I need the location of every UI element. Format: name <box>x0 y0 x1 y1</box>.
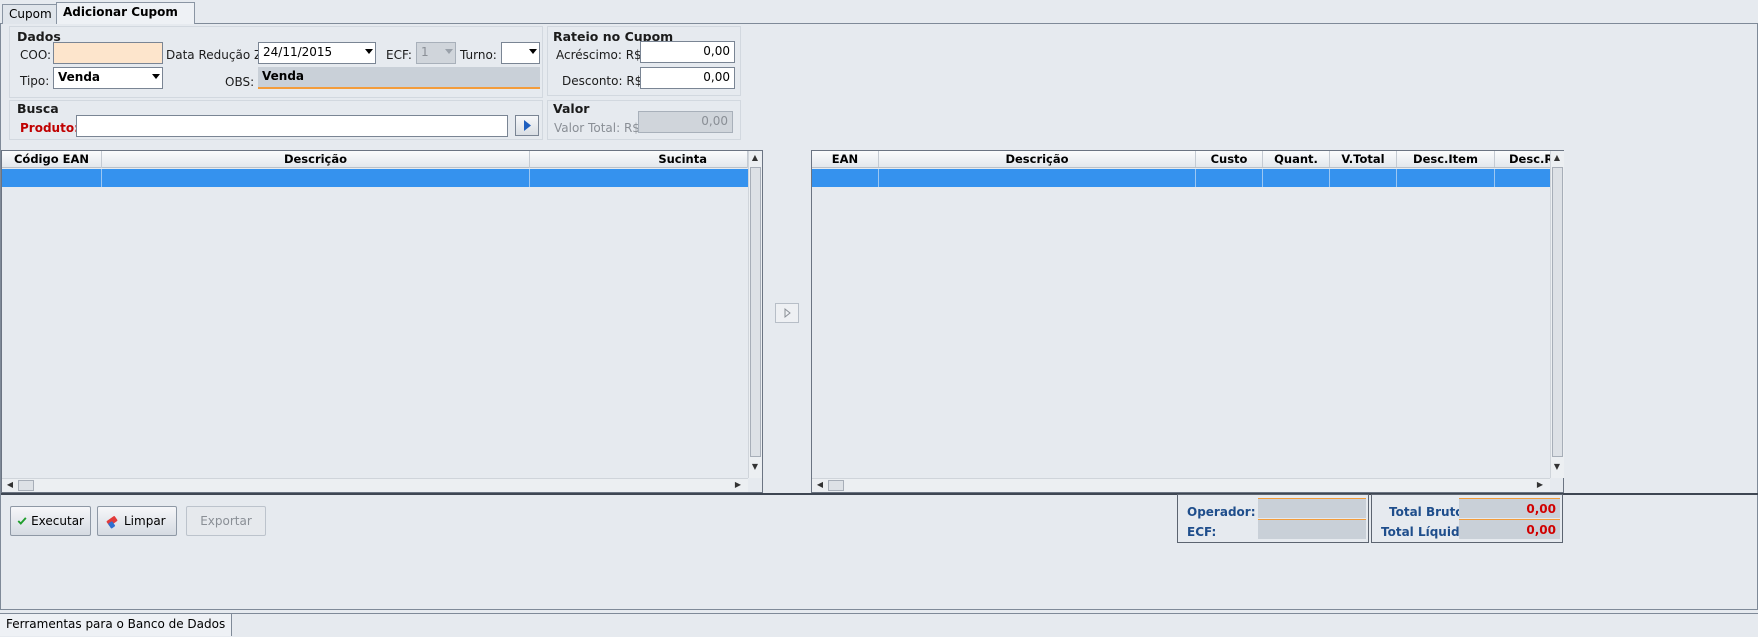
column-header-desc-item[interactable]: Desc.Item <box>1397 151 1495 167</box>
executar-button[interactable]: Executar <box>10 506 91 536</box>
ecf-operator-label: ECF: <box>1187 525 1217 539</box>
tab-bar: Cupom Adicionar Cupom <box>0 0 1758 25</box>
operador-value <box>1258 498 1366 518</box>
obs-label: OBS: <box>225 75 255 89</box>
ecf-operator-value <box>1258 519 1366 539</box>
produtos-grid-header: Código EAN Descrição Sucinta <box>2 151 748 168</box>
column-header-custo[interactable]: Custo <box>1196 151 1263 167</box>
scroll-right-icon[interactable]: ▶ <box>732 479 744 491</box>
vertical-scrollbar[interactable]: ▲ ▼ <box>1550 151 1564 478</box>
vertical-scrollbar[interactable]: ▲ ▼ <box>748 151 762 478</box>
column-header-quant[interactable]: Quant. <box>1263 151 1330 167</box>
executar-label: Executar <box>31 514 84 528</box>
scroll-thumb[interactable] <box>750 167 761 457</box>
data-reducao-label: Data Redução Z: <box>166 48 267 62</box>
tipo-value: Venda <box>58 70 100 84</box>
scroll-left-icon[interactable]: ◀ <box>814 479 826 491</box>
status-bar: Ferramentas para o Banco de Dados <box>0 613 1758 637</box>
acrescimo-input[interactable]: 0,00 <box>640 41 735 63</box>
coo-label: COO: <box>20 48 52 62</box>
ecf-value: 1 <box>421 45 429 59</box>
ecf-combo[interactable]: 1 <box>416 42 456 64</box>
main-frame: Dados COO: Data Redução Z: 24/11/2015 EC… <box>0 24 1758 610</box>
total-bruto-value: 0,00 <box>1459 498 1560 518</box>
produto-input[interactable] <box>76 115 508 137</box>
operator-panel: Operador: ECF: <box>1177 494 1369 543</box>
valor-total-input: 0,00 <box>638 111 733 133</box>
desconto-label: Desconto: R$ <box>562 74 643 88</box>
column-header-desc-rateio[interactable]: Desc.Ra <box>1495 151 1550 167</box>
horizontal-scrollbar[interactable]: ◀ ▶ <box>2 478 748 492</box>
chevron-down-icon <box>152 74 160 79</box>
obs-field[interactable]: Venda <box>258 67 540 89</box>
valor-total-label: Valor Total: R$ <box>554 121 640 135</box>
chevron-down-icon <box>365 49 373 54</box>
desconto-input[interactable]: 0,00 <box>640 67 735 89</box>
limpar-label: Limpar <box>124 514 166 528</box>
scroll-left-icon[interactable]: ◀ <box>4 479 16 491</box>
turno-combo[interactable] <box>501 42 540 64</box>
transfer-button[interactable] <box>775 303 799 323</box>
turno-label: Turno: <box>460 48 497 62</box>
scroll-thumb[interactable] <box>1552 167 1563 457</box>
coo-input[interactable] <box>53 42 163 64</box>
total-liquido-value: 0,00 <box>1459 519 1560 539</box>
acrescimo-label: Acréscimo: R$ <box>556 48 642 62</box>
tipo-label: Tipo: <box>20 74 50 88</box>
operador-label: Operador: <box>1187 505 1256 519</box>
produto-label: Produto: <box>20 121 79 135</box>
dados-group: Dados COO: Data Redução Z: 24/11/2015 EC… <box>9 26 543 98</box>
exportar-button[interactable]: Exportar <box>186 506 266 536</box>
total-bruto-label: Total Bruto: <box>1389 505 1469 519</box>
scroll-up-icon[interactable]: ▲ <box>1551 152 1563 164</box>
scroll-down-icon[interactable]: ▼ <box>749 461 761 473</box>
totals-panel: Total Bruto: 0,00 Total Líquido: 0,00 <box>1371 494 1563 543</box>
chevron-down-icon <box>445 49 453 54</box>
column-header-sucinta[interactable]: Sucinta <box>530 151 748 168</box>
scroll-down-icon[interactable]: ▼ <box>1551 461 1563 473</box>
rateio-group: Rateio no Cupom Acréscimo: R$ 0,00 Desco… <box>547 26 741 96</box>
column-header-descricao[interactable]: Descrição <box>102 151 530 168</box>
column-header-codigo-ean[interactable]: Código EAN <box>2 151 102 168</box>
data-reducao-combo[interactable]: 24/11/2015 <box>258 42 376 64</box>
play-arrow-icon <box>784 307 791 319</box>
limpar-button[interactable]: Limpar <box>97 506 177 536</box>
scroll-thumb[interactable] <box>828 480 844 491</box>
table-row[interactable] <box>2 169 748 187</box>
column-header-ean[interactable]: EAN <box>812 151 879 167</box>
busca-title: Busca <box>17 101 59 116</box>
valor-group: Valor Valor Total: R$ 0,00 <box>547 100 741 140</box>
tab-adicionar-cupom[interactable]: Adicionar Cupom <box>56 2 195 25</box>
valor-title: Valor <box>553 101 590 116</box>
ecf-label: ECF: <box>386 48 412 62</box>
horizontal-scrollbar[interactable]: ◀ ▶ <box>812 478 1550 492</box>
column-header-descricao[interactable]: Descrição <box>879 151 1196 167</box>
table-row[interactable] <box>812 169 1550 187</box>
status-tab-ferramentas[interactable]: Ferramentas para o Banco de Dados <box>0 614 233 636</box>
checkmark-icon <box>17 517 27 525</box>
eraser-icon <box>106 516 118 529</box>
column-header-v-total[interactable]: V.Total <box>1330 151 1397 167</box>
produtos-grid[interactable]: Código EAN Descrição Sucinta ▲ ▼ ◀ ▶ <box>1 150 763 493</box>
search-button[interactable] <box>515 115 539 136</box>
scroll-up-icon[interactable]: ▲ <box>749 152 761 164</box>
busca-group: Busca Produto: <box>9 100 543 140</box>
tipo-combo[interactable]: Venda <box>53 67 163 89</box>
exportar-label: Exportar <box>200 514 252 528</box>
scroll-thumb[interactable] <box>18 480 34 491</box>
chevron-down-icon <box>529 49 537 54</box>
cupom-items-grid-header: EAN Descrição Custo Quant. V.Total Desc.… <box>812 151 1550 168</box>
data-reducao-value: 24/11/2015 <box>263 45 333 59</box>
play-arrow-icon <box>524 120 531 131</box>
scroll-right-icon[interactable]: ▶ <box>1534 479 1546 491</box>
cupom-items-grid[interactable]: EAN Descrição Custo Quant. V.Total Desc.… <box>811 150 1564 493</box>
tab-cupom[interactable]: Cupom <box>2 4 59 24</box>
